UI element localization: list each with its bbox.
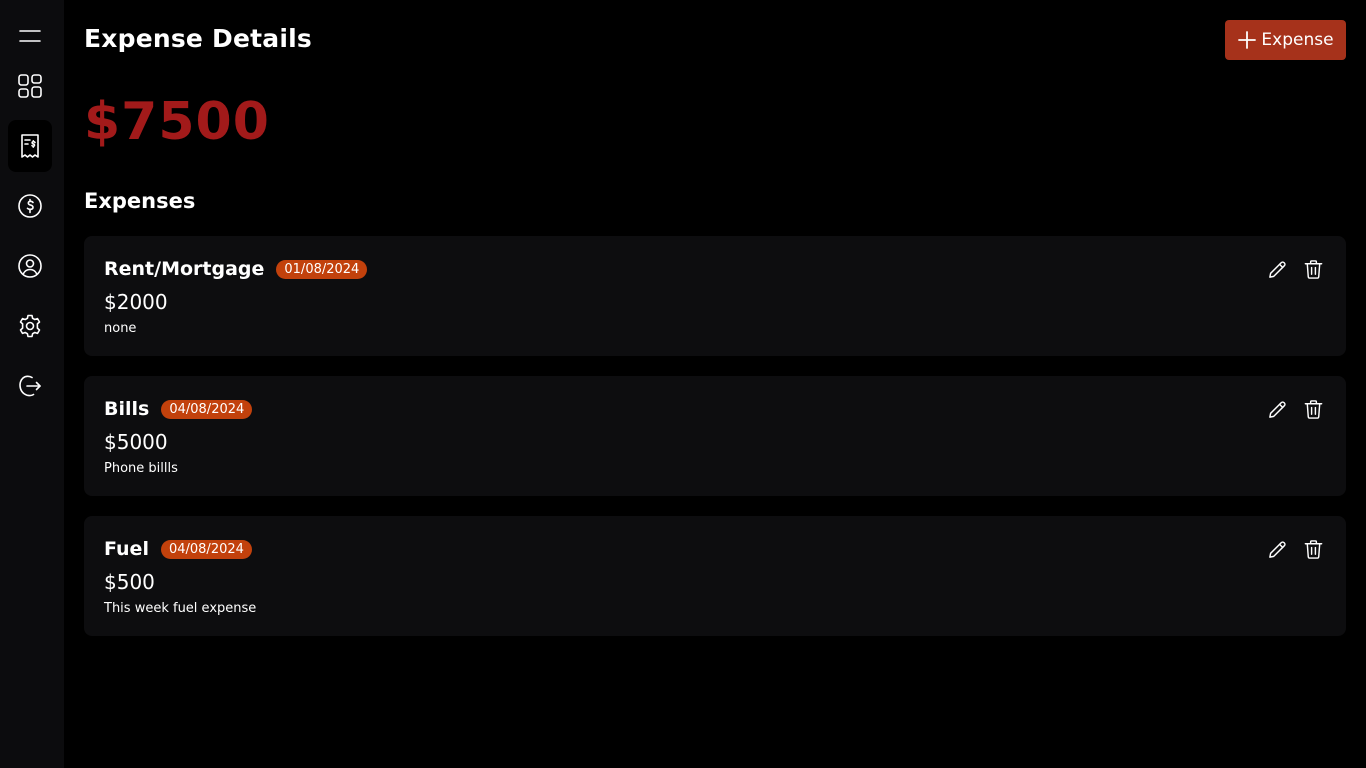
page-title: Expense Details: [84, 24, 312, 53]
expense-description: Phone billls: [104, 461, 178, 476]
trash-icon: [1304, 399, 1322, 419]
expense-list: Rent/Mortgage 01/08/2024 $2000 none Bill…: [84, 236, 1346, 656]
expense-description: This week fuel expense: [104, 601, 257, 616]
add-expense-button[interactable]: Expense: [1225, 20, 1346, 60]
receipt-dollar-icon: [21, 134, 39, 158]
dashboard-grid-icon: [18, 74, 42, 98]
main-content: Expense Details Expense $7500 Expenses R…: [84, 0, 1346, 768]
pencil-icon: [1268, 540, 1286, 558]
expense-name: Fuel: [104, 538, 149, 560]
pencil-icon: [1268, 400, 1286, 418]
edit-expense-button[interactable]: [1266, 398, 1288, 420]
expense-amount: $5000: [104, 430, 168, 454]
nav-profile[interactable]: [8, 240, 52, 292]
section-title: Expenses: [84, 189, 196, 213]
nav-logout[interactable]: [8, 360, 52, 412]
gear-icon: [19, 314, 41, 338]
edit-expense-button[interactable]: [1266, 538, 1288, 560]
trash-icon: [1304, 259, 1322, 279]
nav-dashboard[interactable]: [8, 60, 52, 112]
add-expense-label: Expense: [1261, 30, 1334, 50]
plus-icon: [1238, 31, 1257, 49]
total-amount: $7500: [84, 92, 270, 152]
expense-date-badge: 04/08/2024: [161, 399, 253, 419]
expense-date-badge: 01/08/2024: [276, 259, 368, 279]
expense-name: Rent/Mortgage: [104, 258, 265, 280]
delete-expense-button[interactable]: [1302, 398, 1324, 420]
logout-icon: [19, 375, 41, 397]
delete-expense-button[interactable]: [1302, 258, 1324, 280]
nav-income[interactable]: [8, 180, 52, 232]
expense-card: Fuel 04/08/2024 $500 This week fuel expe…: [84, 516, 1346, 636]
menu-button[interactable]: [8, 10, 52, 62]
expense-description: none: [104, 321, 137, 336]
expense-amount: $2000: [104, 290, 168, 314]
expense-name: Bills: [104, 398, 150, 420]
expense-card: Bills 04/08/2024 $5000 Phone billls: [84, 376, 1346, 496]
expense-date-badge: 04/08/2024: [160, 539, 252, 559]
dollar-circle-icon: [18, 194, 42, 218]
trash-icon: [1304, 539, 1322, 559]
expense-card: Rent/Mortgage 01/08/2024 $2000 none: [84, 236, 1346, 356]
nav-settings[interactable]: [8, 300, 52, 352]
expense-amount: $500: [104, 570, 155, 594]
user-circle-icon: [18, 254, 42, 278]
pencil-icon: [1268, 260, 1286, 278]
menu-icon: [19, 30, 41, 42]
sidebar: [0, 0, 64, 768]
edit-expense-button[interactable]: [1266, 258, 1288, 280]
delete-expense-button[interactable]: [1302, 538, 1324, 560]
nav-expenses[interactable]: [8, 120, 52, 172]
